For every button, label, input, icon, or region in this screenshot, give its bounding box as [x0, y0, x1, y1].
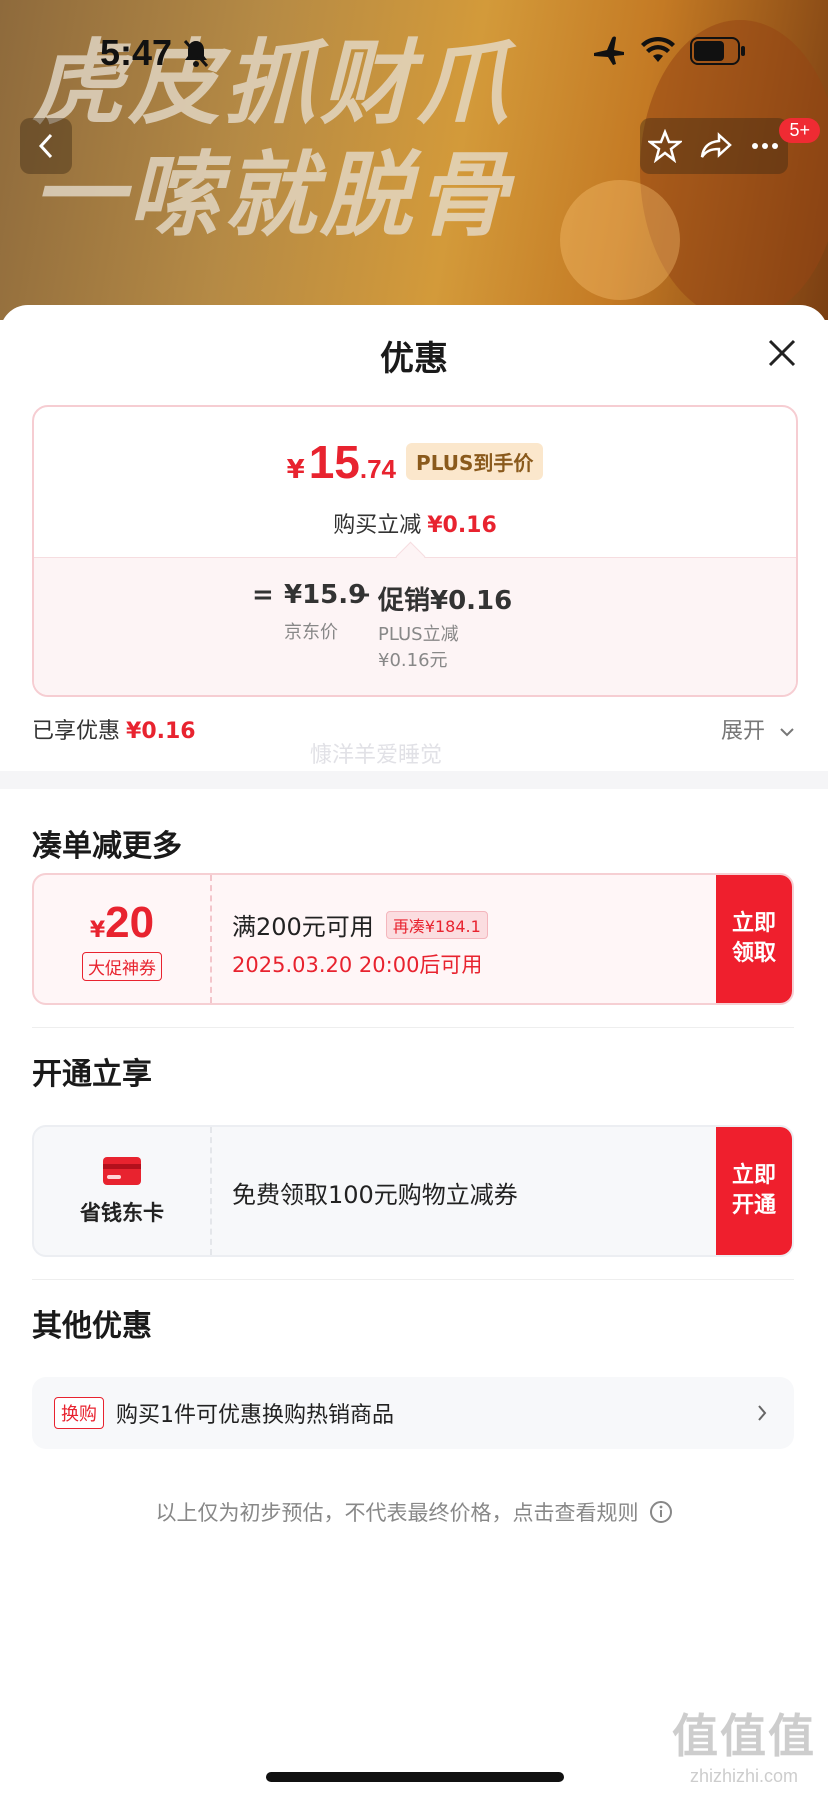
star-icon[interactable] — [648, 129, 683, 163]
silent-mode-icon — [183, 40, 209, 67]
battery-icon — [690, 37, 745, 65]
sheet-title: 优惠 — [380, 339, 448, 379]
equals-sign: = — [252, 580, 274, 610]
promo-sub-2: ¥0.16元 — [378, 650, 448, 671]
price-card: ¥ 15 .74 PLUS到手价 购买立减 ¥0.16 = ¥15.9 京东价 −… — [32, 405, 798, 697]
swap-offer-row[interactable]: 换购 购买1件可优惠换购热销商品 — [32, 1377, 794, 1449]
home-indicator[interactable] — [266, 1772, 564, 1782]
swap-offer-text: 购买1件可优惠换购热销商品 — [116, 1403, 394, 1428]
coupon-type-tag: 大促神券 — [82, 951, 162, 981]
enjoyed-discount: 已享优惠 ¥0.16 — [32, 719, 196, 744]
coupon-amount: ¥ 20 — [89, 897, 155, 947]
top-action-group — [640, 118, 788, 174]
airplane-mode-icon — [594, 36, 624, 65]
reduce-summary: 购买立减 ¥0.16 — [333, 513, 497, 538]
chevron-right-icon — [758, 1405, 767, 1421]
status-time: 5:47 — [100, 32, 173, 73]
minus-sign: − — [350, 580, 372, 610]
site-watermark: 值值值 zhizhizhi.com — [672, 1709, 816, 1786]
more-icon[interactable] — [750, 129, 780, 163]
open-membership-button[interactable]: 立即开通 — [716, 1127, 792, 1255]
coupon-extra-tag: 再凑¥184.1 — [385, 910, 488, 939]
divider — [32, 1279, 794, 1280]
promo-amount: 促销¥0.16 — [378, 586, 513, 616]
wifi-icon — [641, 36, 675, 62]
discount-sheet: 优惠 ¥ 15 .74 PLUS到手价 购买立减 ¥0.16 = ¥15.9 京东… — [0, 305, 828, 1795]
coupon-time: 2025.03.20 20:00后可用 — [232, 953, 483, 977]
share-icon[interactable] — [699, 129, 733, 163]
watermark: 慷洋羊爱睡觉 — [310, 743, 443, 768]
membership-desc: 免费领取100元购物立减券 — [232, 1181, 518, 1209]
close-icon[interactable] — [762, 333, 802, 373]
price-breakdown: = ¥15.9 京东价 − 促销¥0.16 PLUS立减 ¥0.16元 — [34, 541, 796, 695]
swap-tag: 换购 — [54, 1397, 104, 1429]
back-button[interactable] — [20, 118, 72, 174]
plus-price-tag: PLUS到手价 — [406, 443, 544, 480]
expand-toggle[interactable]: 展开 — [721, 713, 796, 745]
chevron-left-icon — [38, 133, 53, 159]
section-title-other: 其他优惠 — [32, 1309, 152, 1344]
membership-name: 省钱东卡 — [80, 1201, 164, 1225]
jd-price-label: 京东价 — [284, 622, 338, 643]
membership-card-icon — [103, 1157, 141, 1185]
chevron-down-icon — [780, 728, 794, 737]
final-price: ¥ 15 .74 PLUS到手价 — [34, 435, 796, 489]
section-gap — [0, 771, 828, 789]
claim-coupon-button[interactable]: 立即领取 — [716, 875, 792, 1003]
disclaimer[interactable]: 以上仅为初步预估，不代表最终价格，点击查看规则 — [0, 1497, 828, 1527]
section-title-open: 开通立享 — [32, 1057, 152, 1092]
status-bar: 5:47 — [0, 0, 828, 110]
notification-badge: 5+ — [779, 118, 820, 143]
section-title-more: 凑单减更多 — [32, 829, 182, 864]
membership-card: 省钱东卡 免费领取100元购物立减券 立即开通 — [32, 1125, 794, 1257]
info-icon — [649, 1501, 672, 1523]
coupon-card: ¥ 20 大促神券 满200元可用 再凑¥184.1 2025.03.20 20… — [32, 873, 794, 1005]
divider — [32, 1027, 794, 1028]
coupon-condition: 满200元可用 再凑¥184.1 — [232, 907, 488, 942]
promo-sub-1: PLUS立减 — [378, 624, 459, 645]
